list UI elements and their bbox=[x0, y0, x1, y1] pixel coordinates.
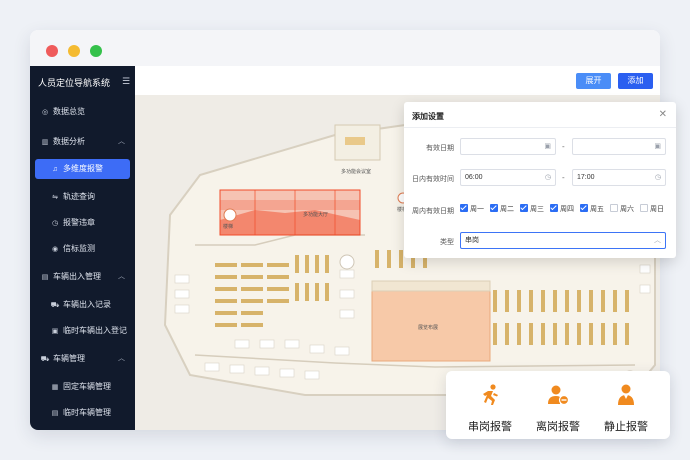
track-icon: ⇋ bbox=[52, 194, 58, 201]
map-label-hall: 多功能大厅 bbox=[303, 212, 329, 218]
alarm-types-card: 串岗报警 离岗报警 静止报警 bbox=[446, 371, 670, 439]
sidebar: 人员定位导航系统 ☰ ◎ 数据总览 ▥ 数据分析 ︿ ♫ 多维度报警 ⇋ 轨迹查询 ◷ 报警… bbox=[30, 66, 135, 430]
map-label-exhibit: 展览布展 bbox=[418, 325, 439, 331]
calendar-icon: ▣ bbox=[654, 143, 661, 150]
minimize-window-button[interactable] bbox=[68, 45, 80, 57]
app-title: 人员定位导航系统 bbox=[38, 78, 111, 88]
checkbox-checked[interactable] bbox=[490, 204, 498, 212]
window-titlebar bbox=[30, 30, 660, 66]
beacon-icon: ◉ bbox=[51, 246, 59, 253]
start-time-field[interactable]: 06:00 ◷ bbox=[460, 169, 556, 186]
close-window-button[interactable] bbox=[46, 45, 58, 57]
calendar-icon: ▣ bbox=[544, 143, 551, 150]
type-label: 类型 bbox=[440, 239, 454, 246]
person-leave-icon bbox=[548, 385, 570, 406]
sidebar-item-temp-car[interactable]: ▤ 临时车辆管理 bbox=[30, 403, 135, 423]
analytics-icon: ▥ bbox=[41, 139, 49, 146]
sidebar-item-track[interactable]: ⇋ 轨迹查询 bbox=[30, 187, 135, 207]
running-person-icon bbox=[483, 384, 498, 405]
sidebar-group-analysis[interactable]: ▥ 数据分析 ︿ bbox=[30, 132, 135, 152]
close-icon[interactable]: ✕ bbox=[659, 109, 667, 120]
fixed-car-icon: ▦ bbox=[51, 384, 59, 391]
checkbox-checked[interactable] bbox=[550, 204, 558, 212]
chevron-up-icon: ︿ bbox=[654, 237, 661, 244]
weekday-tuesday[interactable]: 周二 bbox=[490, 204, 514, 216]
toolbar: 展开 添加 bbox=[135, 66, 660, 95]
car-icon: ▤ bbox=[41, 274, 49, 281]
weekday-monday[interactable]: 周一 bbox=[460, 204, 484, 216]
chevron-up-icon: ︿ bbox=[118, 138, 125, 145]
bell-icon: ♫ bbox=[52, 166, 58, 173]
dialog-divider bbox=[404, 127, 676, 128]
alarm-item-wrong-post[interactable]: 串岗报警 bbox=[460, 383, 520, 434]
map-label-meeting-room: 多功能会议室 bbox=[341, 169, 372, 175]
record-icon: ⛟ bbox=[50, 302, 60, 309]
checkbox-checked[interactable] bbox=[460, 204, 468, 212]
chevron-up-icon: ︿ bbox=[118, 273, 125, 280]
end-time-field[interactable]: 17:00 ◷ bbox=[572, 169, 666, 186]
weekday-sunday[interactable]: 周日 bbox=[640, 204, 664, 216]
alarm-item-leave-post[interactable]: 离岗报警 bbox=[528, 383, 588, 434]
valid-date-end-field[interactable]: ▣ bbox=[572, 138, 666, 155]
map-label-stairs-left: 楼梯 bbox=[223, 224, 234, 230]
dashboard-icon: ◎ bbox=[41, 109, 49, 116]
maximize-window-button[interactable] bbox=[90, 45, 102, 57]
sidebar-item-violation[interactable]: ◷ 报警违章 bbox=[30, 213, 135, 233]
alarm-icon: ◷ bbox=[51, 220, 59, 227]
sidebar-item-temp-register[interactable]: ▣ 临时车辆出入登记 bbox=[30, 321, 135, 341]
temp-car-icon: ▤ bbox=[51, 410, 59, 417]
sidebar-item-fixed-car[interactable]: ▦ 固定车辆管理 bbox=[30, 377, 135, 397]
time-range-dash: - bbox=[562, 173, 565, 182]
clock-icon: ◷ bbox=[654, 174, 661, 181]
vehicle-icon: ⛟ bbox=[40, 356, 50, 363]
sidebar-group-car-access[interactable]: ▤ 车辆出入管理 ︿ bbox=[30, 267, 135, 287]
weekday-friday[interactable]: 周五 bbox=[580, 204, 604, 216]
checkbox-checked[interactable] bbox=[580, 204, 588, 212]
checkbox-checked[interactable] bbox=[520, 204, 528, 212]
chevron-up-icon: ︿ bbox=[118, 355, 125, 362]
register-icon: ▣ bbox=[51, 328, 59, 335]
weekday-thursday[interactable]: 周四 bbox=[550, 204, 574, 216]
add-button[interactable]: 添加 bbox=[618, 73, 653, 89]
valid-date-label: 有效日期 bbox=[426, 145, 454, 152]
valid-date-start-field[interactable]: ▣ bbox=[460, 138, 556, 155]
sidebar-item-overview[interactable]: ◎ 数据总览 bbox=[30, 102, 135, 122]
menu-toggle-icon[interactable]: ☰ bbox=[122, 76, 130, 87]
daily-time-label: 日内有效时间 bbox=[412, 176, 454, 183]
checkbox-unchecked[interactable] bbox=[610, 204, 618, 212]
checkbox-unchecked[interactable] bbox=[640, 204, 648, 212]
add-settings-dialog: 添加设置 ✕ 有效日期 ▣ - ▣ 日内有效时间 06:00 ◷ - 17:00 ◷… bbox=[404, 102, 676, 258]
dialog-title: 添加设置 bbox=[412, 112, 444, 121]
sidebar-group-vehicle[interactable]: ⛟ 车辆管理 ︿ bbox=[30, 349, 135, 369]
weekly-label: 周内有效日期 bbox=[412, 208, 454, 215]
sidebar-item-car-record[interactable]: ⛟ 车辆出入记录 bbox=[30, 295, 135, 315]
sidebar-item-multi-alarm[interactable]: ♫ 多维度报警 bbox=[35, 159, 130, 179]
sidebar-item-beacon[interactable]: ◉ 信标监测 bbox=[30, 239, 135, 259]
type-select[interactable]: 串岗 ︿ bbox=[460, 232, 666, 249]
weekday-wednesday[interactable]: 周三 bbox=[520, 204, 544, 216]
person-still-icon bbox=[618, 384, 634, 405]
expand-button[interactable]: 展开 bbox=[576, 73, 611, 89]
alarm-item-still[interactable]: 静止报警 bbox=[596, 383, 656, 434]
date-range-dash: - bbox=[562, 142, 565, 151]
weekday-saturday[interactable]: 周六 bbox=[610, 204, 634, 216]
clock-icon: ◷ bbox=[544, 174, 551, 181]
